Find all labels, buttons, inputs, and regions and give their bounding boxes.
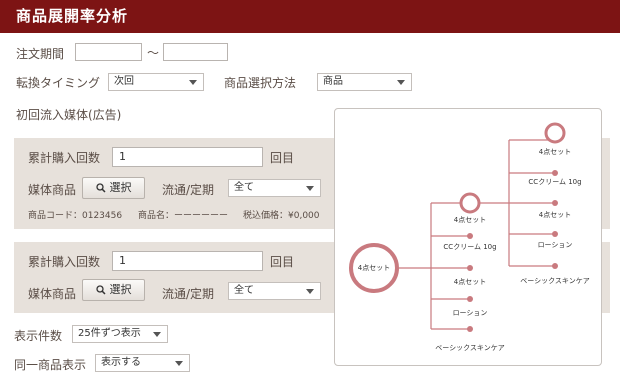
product-price: 税込価格：¥0,000 <box>243 211 320 221</box>
timing-select-value: 次回 <box>114 76 134 87</box>
tree-node[interactable] <box>467 296 473 302</box>
count-label: 累計購入回数 <box>28 151 101 165</box>
tree-node[interactable] <box>459 192 481 214</box>
chevron-down-icon <box>175 361 183 366</box>
period-from-input[interactable] <box>75 43 142 61</box>
period-to-input[interactable] <box>163 43 228 61</box>
display-count-value: 25件ずつ表示 <box>78 328 141 339</box>
tree-node-label: 4点セット <box>453 216 487 224</box>
chevron-down-icon <box>397 80 405 85</box>
chevron-down-icon <box>153 332 161 337</box>
tree-node-label: 4点セット <box>538 148 572 156</box>
chevron-down-icon <box>306 186 314 191</box>
media-section-label: 初回流入媒体(広告) <box>16 108 122 122</box>
tree-root-label: 4点セット <box>357 264 391 272</box>
method-select[interactable]: 商品 <box>317 73 412 91</box>
period-label: 注文期間 <box>16 47 65 61</box>
tree-node[interactable] <box>467 265 473 271</box>
count-label: 累計購入回数 <box>28 255 101 269</box>
product-name: 商品名：ーーーーーー <box>138 211 229 221</box>
count-input[interactable]: 1 <box>112 147 263 167</box>
select-product-button[interactable]: 選択 <box>82 177 145 199</box>
tree-node-label: CCクリーム 10g <box>528 178 582 186</box>
tree-node[interactable] <box>467 233 473 239</box>
product-label: 媒体商品 <box>28 183 77 197</box>
count-input[interactable]: 1 <box>112 251 263 271</box>
chevron-down-icon <box>306 289 314 294</box>
tree-node-label: ローション <box>452 309 488 317</box>
tree-node[interactable] <box>552 263 558 269</box>
flow-label: 流通/定期 <box>162 287 215 301</box>
tree-node[interactable] <box>552 200 558 206</box>
chevron-down-icon <box>189 80 197 85</box>
display-count-label: 表示件数 <box>14 329 63 343</box>
tree-node[interactable] <box>552 231 558 237</box>
tree-node-label: CCクリーム 10g <box>443 243 497 251</box>
flow-select[interactable]: 全て <box>228 179 321 197</box>
tree-node[interactable] <box>552 170 558 176</box>
tree-node-label: ローション <box>537 241 573 249</box>
tree-node-label: ベーシックスキンケア <box>520 277 590 285</box>
flow-select-value: 全て <box>234 285 254 296</box>
select-button-label: 選択 <box>109 181 132 194</box>
page-title: 商品展開率分析 <box>0 0 620 33</box>
select-product-button[interactable]: 選択 <box>82 279 145 301</box>
search-icon <box>95 183 106 193</box>
product-code: 商品コード：0123456 <box>28 211 123 221</box>
flow-label: 流通/定期 <box>162 183 215 197</box>
tree-node-label: ベーシックスキンケア <box>435 344 505 352</box>
display-count-select[interactable]: 25件ずつ表示 <box>72 325 168 343</box>
period-separator: 〜 <box>147 46 160 60</box>
count-unit: 回目 <box>270 151 295 165</box>
tree-node-label: 4点セット <box>538 211 572 219</box>
flow-select-value: 全て <box>234 182 254 193</box>
product-label: 媒体商品 <box>28 287 77 301</box>
count-unit: 回目 <box>270 255 295 269</box>
select-button-label: 選択 <box>109 283 132 296</box>
tree-node[interactable] <box>544 122 566 144</box>
search-icon <box>95 285 106 295</box>
same-product-value: 表示する <box>101 357 141 368</box>
tree-node-label: 4点セット <box>453 278 487 286</box>
method-select-value: 商品 <box>323 76 343 87</box>
timing-label: 転換タイミング <box>16 76 101 90</box>
same-product-select[interactable]: 表示する <box>95 354 190 372</box>
method-label: 商品選択方法 <box>224 76 297 90</box>
tree-node[interactable] <box>467 326 473 332</box>
timing-select[interactable]: 次回 <box>108 73 204 91</box>
flow-select[interactable]: 全て <box>228 282 321 300</box>
product-tree-popup: 4点セット 4点セット CCクリーム 10g 4点セット ローション ベーシック… <box>334 108 602 366</box>
same-product-label: 同一商品表示 <box>14 358 87 372</box>
